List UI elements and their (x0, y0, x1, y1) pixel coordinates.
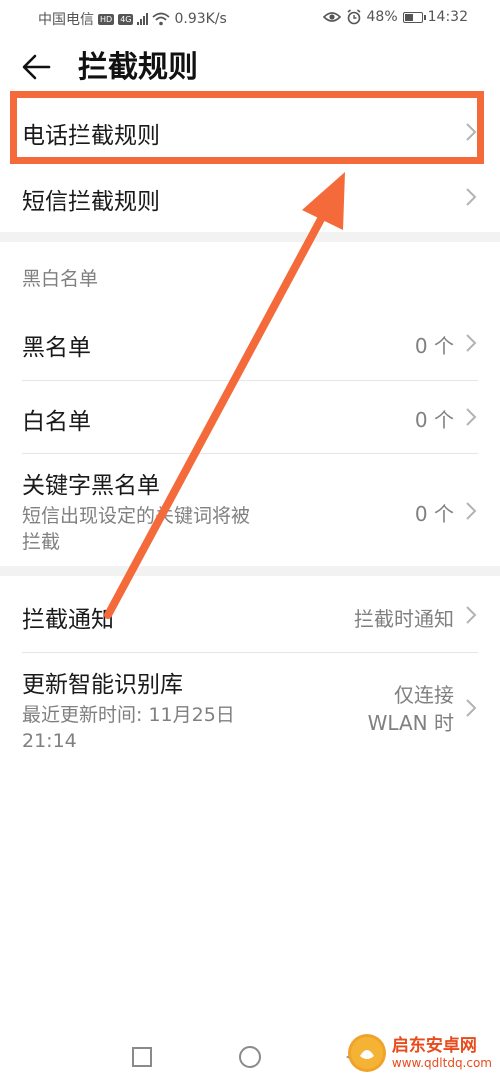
battery-icon (402, 11, 426, 23)
keyword-blacklist-row[interactable]: 关键字黑名单 短信出现设定的关键词将被 拦截 0 个 (0, 454, 500, 566)
block-notification-label: 拦截通知 (22, 607, 114, 633)
keyword-blacklist-desc-line1: 短信出现设定的关键词将被 (22, 505, 251, 527)
highlight-box-annotation (10, 91, 484, 164)
recent-apps-button[interactable] (131, 1046, 153, 1068)
keyword-blacklist-desc-line2: 拦截 (22, 531, 61, 553)
sms-block-rules-row[interactable]: 短信拦截规则 (0, 164, 500, 232)
chevron-right-icon (466, 699, 477, 717)
status-bar: 中国电信 HD 4G 0.93K/s 48% 14:32 (0, 0, 500, 36)
blackwhite-section-header: 黑白名单 (22, 268, 99, 290)
last-update-time-line1: 最近更新时间: 11月25日 (22, 704, 235, 726)
section-gap (0, 232, 500, 242)
chevron-right-icon (466, 408, 477, 426)
update-condition-line2: WLAN 时 (367, 711, 454, 735)
watermark-text: 启东安卓网 www.qdltdq.com (392, 1036, 492, 1070)
alarm-icon (347, 9, 361, 25)
last-update-time-line2: 21:14 (22, 730, 77, 752)
blacklist-row[interactable]: 黑名单 0 个 (0, 306, 500, 380)
keyword-blacklist-count: 0 个 (414, 502, 454, 526)
network-speed: 0.93K/s (174, 11, 227, 27)
whitelist-count: 0 个 (414, 408, 454, 432)
app-header: 拦截规则 (0, 36, 500, 98)
chevron-right-icon (466, 188, 477, 206)
eye-icon (322, 12, 341, 22)
chevron-right-icon (466, 502, 477, 520)
update-recognition-db-label: 更新智能识别库 (22, 672, 183, 698)
update-condition-line1: 仅连接 (394, 683, 454, 707)
watermark-name: 启东安卓网 (391, 1036, 477, 1056)
back-button[interactable] (20, 50, 54, 84)
update-condition-value: 仅连接 WLAN 时 (368, 681, 454, 737)
blacklist-count: 0 个 (414, 334, 454, 358)
section-gap (0, 566, 500, 576)
status-right: 48% 14:32 (322, 9, 468, 25)
wifi-icon (152, 12, 171, 26)
chevron-right-icon (466, 606, 477, 624)
update-recognition-db-row[interactable]: 更新智能识别库 最近更新时间: 11月25日 21:14 仅连接 WLAN 时 (0, 653, 500, 765)
status-left: 中国电信 HD 4G 0.93K/s (38, 9, 227, 29)
hd-badge: HD (98, 13, 115, 25)
page-title: 拦截规则 (78, 50, 198, 85)
block-notification-row[interactable]: 拦截通知 拦截时通知 (0, 576, 500, 652)
chevron-right-icon (466, 334, 477, 352)
keyword-blacklist-label: 关键字黑名单 (22, 473, 160, 499)
sms-block-rules-label: 短信拦截规则 (22, 189, 160, 215)
arrow-left-icon (22, 54, 51, 80)
site-watermark: 启东安卓网 www.qdltdq.com (347, 1034, 492, 1072)
whitelist-row[interactable]: 白名单 0 个 (0, 381, 500, 453)
signal-icon (137, 13, 149, 25)
whitelist-label: 白名单 (22, 409, 91, 435)
network-type-badge: 4G (118, 13, 134, 25)
carrier-name: 中国电信 (38, 12, 94, 28)
watermark-logo-icon (347, 1034, 386, 1072)
home-button[interactable] (238, 1045, 262, 1069)
watermark-url: www.qdltdq.com (391, 1056, 492, 1070)
blacklist-label: 黑名单 (22, 335, 91, 361)
clock: 14:32 (427, 9, 468, 25)
block-notification-value: 拦截时通知 (354, 607, 454, 631)
battery-percent: 48% (366, 9, 398, 25)
